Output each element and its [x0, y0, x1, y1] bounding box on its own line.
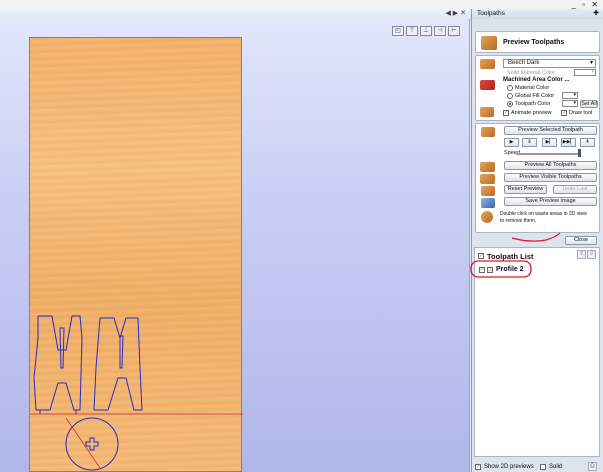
machined-area-icon: [480, 80, 495, 90]
bottom-options: ✓ Show 2D previews Solid ⎙: [474, 461, 600, 472]
remove-waste-icon: [481, 211, 493, 223]
material-icon: [480, 59, 495, 69]
top-view-icon[interactable]: ⊤: [406, 26, 418, 36]
preview-visible-icon: [480, 174, 495, 184]
save-image-icon: [481, 198, 495, 208]
hint-text-line-1: Double click on waste areas in 3D view: [500, 211, 587, 217]
view-tab-controls[interactable]: ◀ ▶ ✕: [445, 9, 466, 17]
skip-end-button[interactable]: ⇞: [580, 138, 595, 147]
view-tab-bar: ◀ ▶ ✕: [0, 9, 470, 19]
material-select[interactable]: Beech Dark: [503, 59, 596, 68]
profile-type-icon: ⎍: [487, 267, 493, 273]
speed-slider-thumb[interactable]: [578, 149, 581, 157]
material-color-label: Material Color: [515, 85, 550, 91]
preview-selected-icon: [481, 127, 495, 137]
iso-view-icon[interactable]: ◰: [392, 26, 404, 36]
toolpath-list-toggle-checkbox[interactable]: ✓: [478, 253, 484, 259]
toolpath-preview: [30, 315, 243, 471]
toolpath-color-picker[interactable]: ▾: [562, 100, 578, 107]
toolpath-list-title: Toolpath List: [487, 252, 534, 261]
profile-2-checkbox[interactable]: ✓: [479, 267, 485, 273]
move-up-icon[interactable]: ⇧: [577, 250, 586, 259]
set-all-button[interactable]: Set All: [580, 100, 598, 108]
panel-title: Toolpaths: [477, 10, 505, 17]
material-options-box: Beech Dark Solid Material Color ▾ Machin…: [475, 55, 600, 121]
preview-toolpaths-icon: [481, 36, 497, 50]
solid-material-color-picker[interactable]: ▾: [574, 69, 596, 76]
reset-preview-button[interactable]: Reset Preview: [504, 185, 547, 194]
toolpath-circle: [65, 417, 119, 471]
preview-visible-toolpaths-button[interactable]: Preview Visible Toolpaths: [504, 173, 597, 182]
window-controls[interactable]: _ ▫ ✕: [572, 0, 600, 9]
view-orientation-toolbar: ◰ ⊤ ⊥ ⊣ ⊢: [392, 26, 460, 36]
window-title-bar: _ ▫ ✕: [0, 0, 603, 9]
front-view-icon[interactable]: ⊥: [420, 26, 432, 36]
solid-checkbox[interactable]: [540, 464, 546, 470]
animate-icon: [480, 107, 494, 117]
preview-all-icon: [480, 162, 495, 172]
panel-header: Toolpaths ✚: [472, 9, 603, 19]
fast-forward-button[interactable]: ▶▶▏: [561, 138, 576, 147]
toolpath-color-label: Toolpath Color: [515, 101, 551, 107]
animate-preview-checkbox[interactable]: ✓: [503, 110, 509, 116]
list-order-buttons: ⇧ ⇩: [577, 250, 596, 259]
right-view-icon[interactable]: ⊢: [448, 26, 460, 36]
close-row: Close: [475, 235, 600, 247]
toolpath-left-leg: [33, 315, 83, 411]
save-preview-image-button[interactable]: Save Preview Image: [504, 197, 597, 206]
left-view-icon[interactable]: ⊣: [434, 26, 446, 36]
options-icon[interactable]: ⎙: [588, 462, 597, 471]
global-fill-label: Global Fill Color: [515, 93, 555, 99]
draw-tool-checkbox[interactable]: ✓: [561, 110, 567, 116]
preview-all-toolpaths-button[interactable]: Preview All Toolpaths: [504, 161, 597, 170]
3d-view[interactable]: ◀ ▶ ✕ ◰ ⊤ ⊥ ⊣ ⊢: [0, 9, 470, 472]
pin-icon[interactable]: ✚: [593, 9, 599, 17]
material-color-radio[interactable]: [507, 85, 513, 91]
toolpath-list-box: ✓ Toolpath List ⇧ ⇩ ✓ ⎍ Profile 2: [474, 247, 600, 457]
show-2d-previews-checkbox[interactable]: ✓: [475, 464, 481, 470]
pause-button[interactable]: Ⅱ: [522, 138, 537, 147]
animate-preview-label: Animate preview: [511, 110, 552, 116]
show-2d-previews-label: Show 2D previews: [484, 464, 534, 470]
toolpath-right-leg: [93, 317, 143, 411]
reset-icon: [481, 186, 495, 196]
speed-slider-track[interactable]: [516, 153, 580, 155]
profile-2-label: Profile 2: [496, 266, 524, 273]
move-down-icon[interactable]: ⇩: [587, 250, 596, 259]
close-button[interactable]: Close: [565, 236, 597, 245]
preview-toolpaths-title: Preview Toolpaths: [503, 39, 565, 46]
draw-tool-label: Draw tool: [569, 110, 593, 116]
global-fill-radio[interactable]: [507, 93, 513, 99]
solid-material-color-label: Solid Material Color: [507, 70, 555, 76]
machined-area-label: Machined Area Color ...: [503, 77, 570, 83]
preview-title-box: Preview Toolpaths: [475, 31, 600, 53]
undo-last-button[interactable]: Undo Last: [553, 185, 597, 194]
step-button[interactable]: ▶▏: [542, 138, 557, 147]
preview-selected-toolpath-button[interactable]: Preview Selected Toolpath: [504, 126, 597, 135]
play-button[interactable]: ▶: [504, 138, 519, 147]
solid-label: Solid: [549, 464, 563, 470]
list-item[interactable]: ✓ ⎍ Profile 2: [478, 265, 538, 275]
preview-actions-box: Preview Selected Toolpath ▶ Ⅱ ▶▏ ▶▶▏ ⇞ S…: [475, 123, 600, 233]
global-fill-color-picker[interactable]: ▾: [562, 92, 578, 99]
material-block: [29, 37, 243, 472]
hint-text-line-2: to remove them.: [500, 218, 537, 224]
toolpath-color-radio[interactable]: [507, 101, 513, 107]
